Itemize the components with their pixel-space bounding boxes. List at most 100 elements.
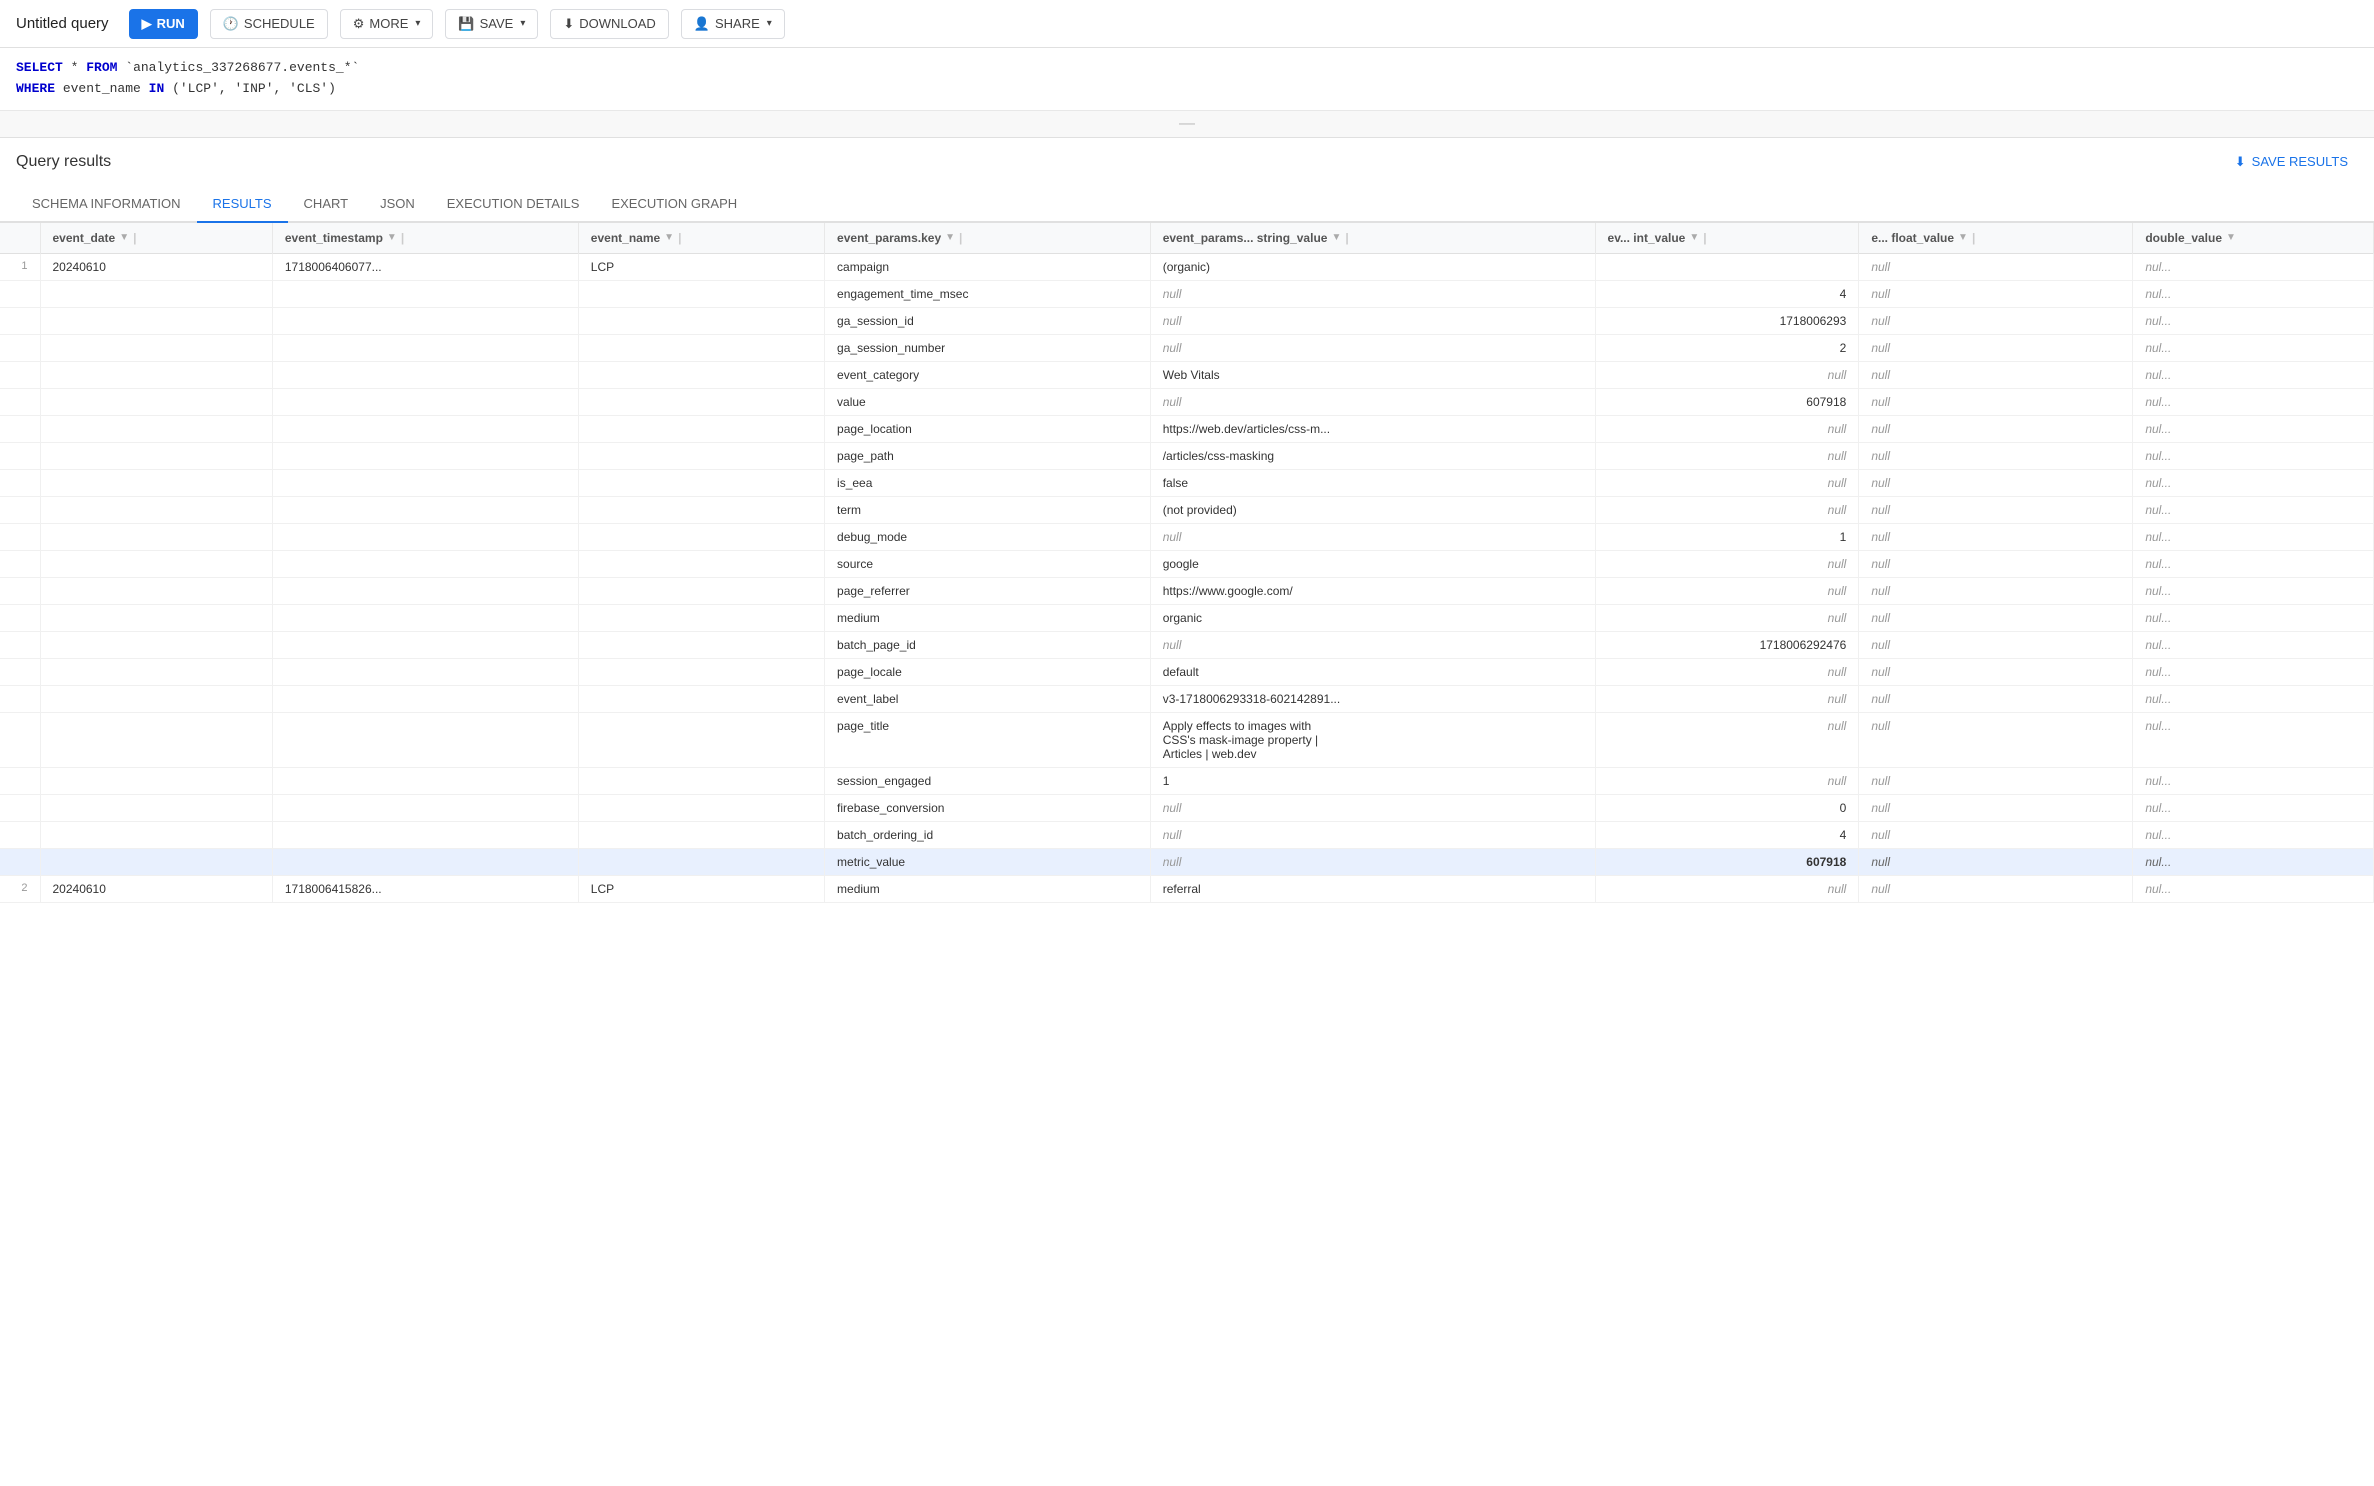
run-button[interactable]: ▶ RUN — [129, 9, 198, 39]
drag-handle[interactable]: ― — [0, 111, 2374, 138]
params-int-cell: 4 — [1595, 821, 1859, 848]
event-date-cell — [40, 712, 272, 767]
params-int-cell: 0 — [1595, 794, 1859, 821]
tab-results[interactable]: RESULTS — [197, 186, 288, 223]
params-string-cell: https://www.google.com/ — [1150, 577, 1595, 604]
params-int-cell: 1 — [1595, 523, 1859, 550]
results-header: Query results ⬇ SAVE RESULTS — [0, 138, 2374, 186]
share-button[interactable]: 👤 SHARE ▾ — [681, 9, 785, 39]
params-int-cell: 4 — [1595, 280, 1859, 307]
tab-chart[interactable]: CHART — [288, 186, 365, 223]
params-int-cell: null — [1595, 658, 1859, 685]
event-date-cell — [40, 496, 272, 523]
col-header-params-int[interactable]: ev... int_value ▼ | — [1595, 223, 1859, 254]
event-date-cell — [40, 577, 272, 604]
row-number — [0, 550, 40, 577]
event-timestamp-cell — [272, 388, 578, 415]
params-key-cell: medium — [825, 604, 1151, 631]
params-string-cell: v3-1718006293318-602142891... — [1150, 685, 1595, 712]
row-number — [0, 523, 40, 550]
sort-icon: ▼ — [2226, 232, 2236, 243]
schedule-button[interactable]: 🕐 SCHEDULE — [210, 9, 328, 39]
resize-handle[interactable]: | — [133, 231, 139, 245]
event-name-cell — [578, 469, 824, 496]
col-header-params-string[interactable]: event_params... string_value ▼ | — [1150, 223, 1595, 254]
col-header-params-key[interactable]: event_params.key ▼ | — [825, 223, 1151, 254]
event-date-cell — [40, 442, 272, 469]
event-name-cell — [578, 767, 824, 794]
params-float-cell: null — [1859, 442, 2133, 469]
save-button[interactable]: 💾 SAVE ▾ — [445, 9, 538, 39]
download-button[interactable]: ⬇ DOWNLOAD — [550, 9, 668, 39]
col-header-event-date[interactable]: event_date ▼ | — [40, 223, 272, 254]
row-number — [0, 307, 40, 334]
row-number — [0, 658, 40, 685]
params-key-cell: event_category — [825, 361, 1151, 388]
params-key-cell: batch_page_id — [825, 631, 1151, 658]
resize-handle[interactable]: | — [1703, 231, 1709, 245]
resize-handle[interactable]: | — [1972, 231, 1978, 245]
params-float-cell: null — [1859, 415, 2133, 442]
chevron-down-icon: ▾ — [415, 18, 420, 29]
tabs-bar: SCHEMA INFORMATION RESULTS CHART JSON EX… — [0, 186, 2374, 223]
row-number — [0, 821, 40, 848]
params-int-cell: null — [1595, 604, 1859, 631]
params-string-cell: (organic) — [1150, 253, 1595, 280]
col-header-params-double[interactable]: double_value ▼ — [2133, 223, 2374, 254]
params-double-cell: nul... — [2133, 388, 2374, 415]
event-timestamp-cell — [272, 767, 578, 794]
params-double-cell: nul... — [2133, 848, 2374, 875]
sort-icon: ▼ — [1331, 232, 1341, 243]
event-date-cell — [40, 604, 272, 631]
sort-icon: ▼ — [945, 232, 955, 243]
params-float-cell: null — [1859, 469, 2133, 496]
tab-json[interactable]: JSON — [364, 186, 431, 223]
event-name-cell — [578, 442, 824, 469]
results-section: Query results ⬇ SAVE RESULTS SCHEMA INFO… — [0, 138, 2374, 1486]
params-float-cell: null — [1859, 361, 2133, 388]
col-header-params-float[interactable]: e... float_value ▼ | — [1859, 223, 2133, 254]
params-int-cell: 1718006293 — [1595, 307, 1859, 334]
event-name-cell — [578, 307, 824, 334]
params-key-cell: engagement_time_msec — [825, 280, 1151, 307]
sql-editor[interactable]: SELECT * FROM `analytics_337268677.event… — [0, 48, 2374, 111]
tab-execution-details[interactable]: EXECUTION DETAILS — [431, 186, 596, 223]
resize-handle[interactable]: | — [401, 231, 407, 245]
more-button[interactable]: ⚙ MORE ▾ — [340, 9, 434, 39]
row-number — [0, 280, 40, 307]
params-string-cell: null — [1150, 388, 1595, 415]
event-name-cell — [578, 577, 824, 604]
col-header-event-name[interactable]: event_name ▼ | — [578, 223, 824, 254]
event-name-cell — [578, 712, 824, 767]
sort-icon: ▼ — [387, 232, 397, 243]
resize-handle[interactable]: | — [678, 231, 684, 245]
params-float-cell: null — [1859, 334, 2133, 361]
table-row: batch_ordering_idnull4nullnul... — [0, 821, 2374, 848]
event-name-cell — [578, 523, 824, 550]
table-row: 2202406101718006415826...LCPmediumreferr… — [0, 875, 2374, 902]
tab-schema[interactable]: SCHEMA INFORMATION — [16, 186, 197, 223]
tab-execution-graph[interactable]: EXECUTION GRAPH — [595, 186, 753, 223]
results-table-container[interactable]: event_date ▼ | event_timestamp ▼ | — [0, 223, 2374, 1486]
save-results-button[interactable]: ⬇ SAVE RESULTS — [2225, 148, 2358, 176]
params-string-cell: null — [1150, 334, 1595, 361]
params-string-cell: /articles/css-masking — [1150, 442, 1595, 469]
params-double-cell: nul... — [2133, 334, 2374, 361]
params-double-cell: nul... — [2133, 875, 2374, 902]
row-number — [0, 685, 40, 712]
params-float-cell: null — [1859, 496, 2133, 523]
params-double-cell: nul... — [2133, 712, 2374, 767]
params-double-cell: nul... — [2133, 550, 2374, 577]
col-header-event-timestamp[interactable]: event_timestamp ▼ | — [272, 223, 578, 254]
event-date-cell — [40, 523, 272, 550]
resize-handle[interactable]: | — [1345, 231, 1351, 245]
download-icon: ⬇ — [563, 16, 574, 32]
event-date-cell: 20240610 — [40, 875, 272, 902]
resize-handle[interactable]: | — [959, 231, 965, 245]
params-string-cell: null — [1150, 280, 1595, 307]
schedule-icon: 🕐 — [223, 16, 239, 32]
row-number — [0, 848, 40, 875]
row-number — [0, 469, 40, 496]
event-name-cell — [578, 388, 824, 415]
params-int-cell: null — [1595, 469, 1859, 496]
